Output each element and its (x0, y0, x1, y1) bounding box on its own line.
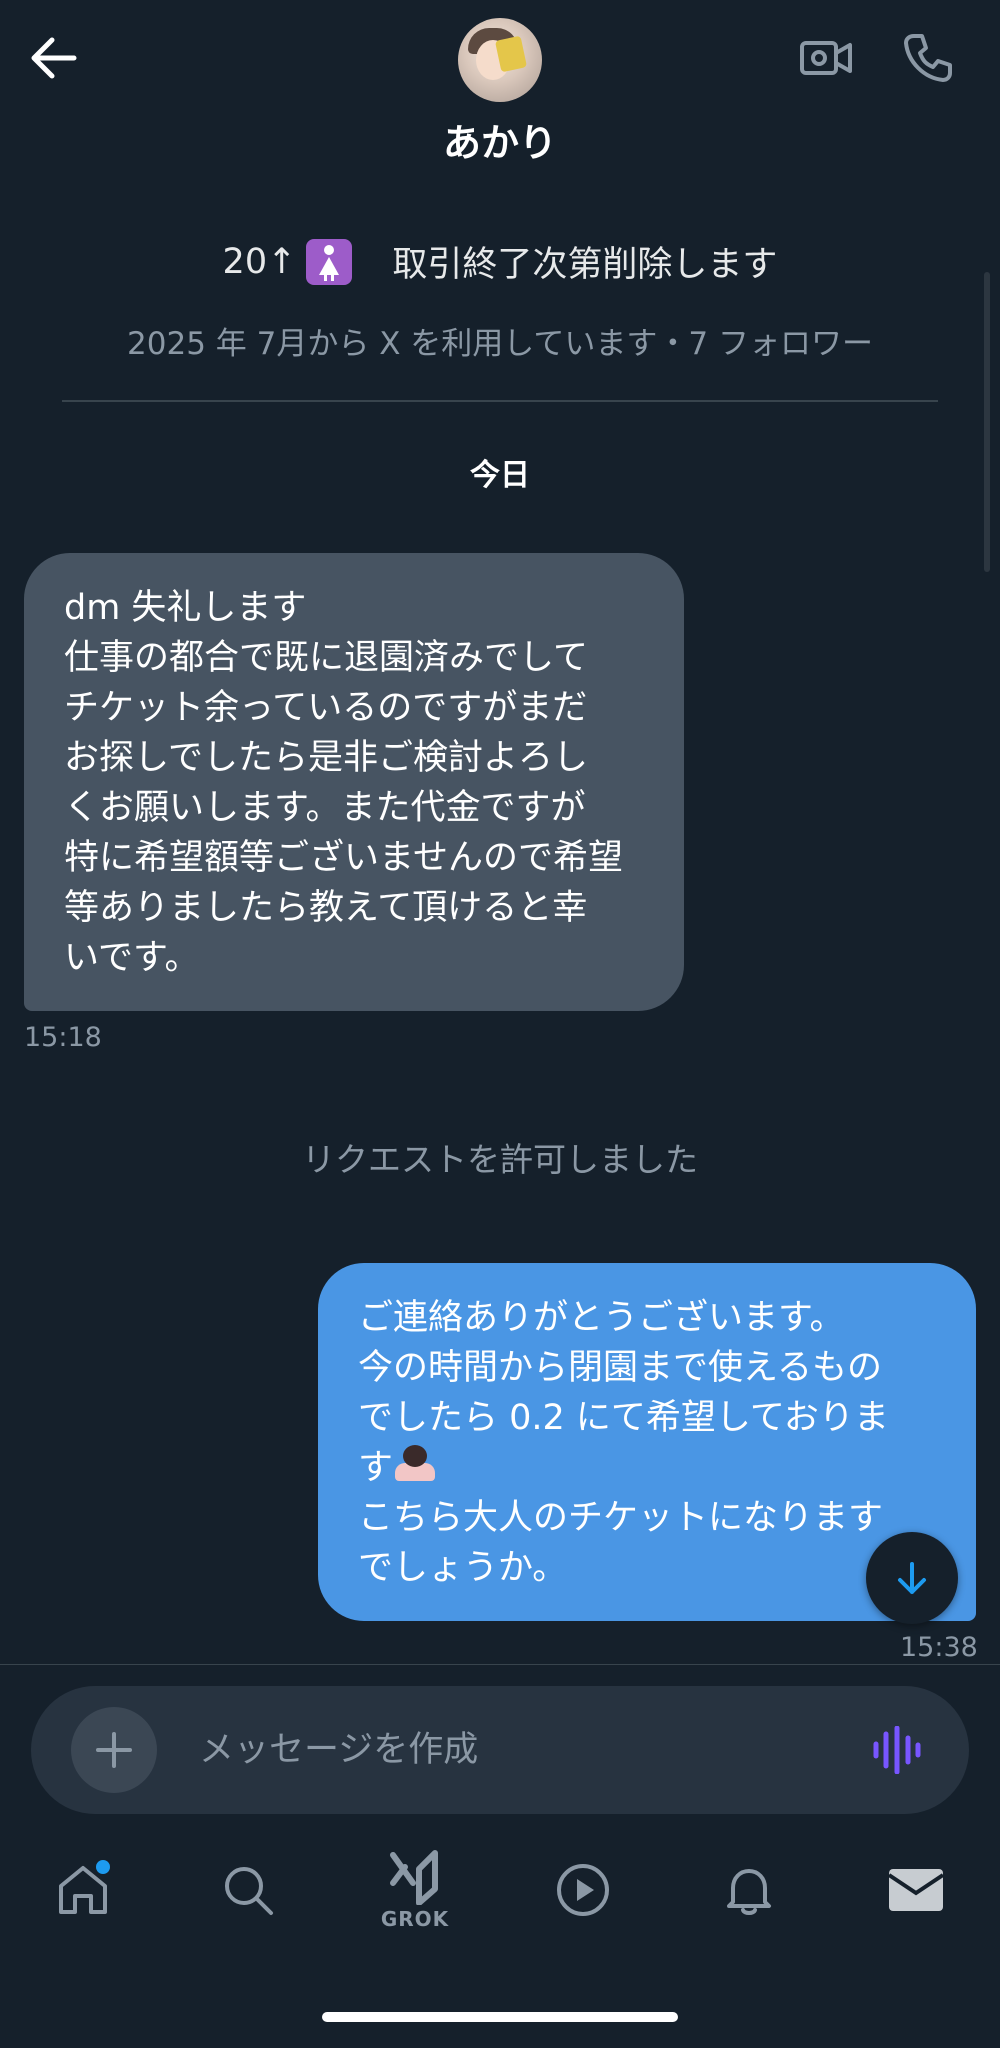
arrow-left-icon (31, 37, 77, 79)
womans-symbol-emoji (306, 238, 353, 285)
date-separator: 今日 (470, 458, 530, 493)
grok-label: GROK (380, 1907, 450, 1931)
nav-video[interactable] (538, 1840, 628, 1940)
avatar[interactable] (458, 18, 542, 102)
arrow-down-icon (898, 1562, 926, 1594)
incoming-message-text: dm 失礼します 仕事の都合で既に退園済みでして チケット余っているのですがまだ… (64, 588, 623, 978)
divider (62, 400, 938, 402)
search-icon (225, 1867, 273, 1915)
bio-prefix: 20↑ (222, 241, 297, 282)
system-message: リクエストを許可しました (302, 1140, 698, 1179)
outgoing-text-part1: ご連絡ありがとうございます。 今の時間から閉園まで使えるもの でしたら 0.2 … (358, 1298, 889, 1488)
back-button[interactable] (24, 28, 84, 88)
voice-waveform-icon (873, 1726, 921, 1774)
person-bowing-emoji (393, 1443, 437, 1483)
incoming-message-bubble[interactable]: dm 失礼します 仕事の都合で既に退園済みでして チケット余っているのですがまだ… (24, 553, 684, 1011)
profile-meta: 2025 年 7月から X を利用しています・7 フォロワー (127, 326, 873, 362)
bottom-navigation: GROK (0, 1840, 1000, 1960)
conversation-header: あかり (0, 0, 1000, 170)
video-call-button[interactable] (796, 28, 856, 88)
scroll-to-bottom-button[interactable] (866, 1532, 958, 1624)
nav-notifications[interactable] (704, 1840, 794, 1940)
outgoing-message-text: ご連絡ありがとうございます。 今の時間から閉園まで使えるもの でしたら 0.2 … (358, 1293, 936, 1593)
home-indicator[interactable] (322, 2012, 678, 2022)
nav-grok[interactable]: GROK (370, 1840, 460, 1940)
add-attachment-button[interactable] (71, 1707, 157, 1793)
nav-messages[interactable] (871, 1840, 961, 1940)
mail-icon (887, 1869, 945, 1911)
composer-divider (0, 1664, 1000, 1665)
incoming-message-time: 15:18 (24, 1022, 102, 1053)
outgoing-text-part2: こちら大人のチケットになります でしょうか。 (358, 1498, 884, 1588)
grok-icon (390, 1850, 438, 1905)
profile-bio: 20↑ 取引終了次第削除します (0, 236, 1000, 287)
voice-call-button[interactable] (898, 28, 958, 88)
scrollbar[interactable] (984, 272, 990, 572)
nav-home[interactable] (38, 1840, 128, 1940)
display-name[interactable]: あかり (0, 112, 1000, 167)
video-camera-icon (800, 41, 852, 75)
plus-icon (96, 1732, 132, 1768)
message-composer (31, 1686, 969, 1814)
outgoing-message-time: 15:38 (900, 1632, 978, 1663)
play-icon (557, 1864, 609, 1916)
nav-search[interactable] (203, 1840, 293, 1940)
notification-dot (96, 1860, 110, 1874)
bio-text: 取引終了次第削除します (392, 245, 778, 285)
message-input[interactable] (199, 1714, 839, 1786)
phone-icon (904, 34, 952, 82)
voice-message-button[interactable] (867, 1720, 927, 1780)
bell-icon (727, 1869, 771, 1915)
